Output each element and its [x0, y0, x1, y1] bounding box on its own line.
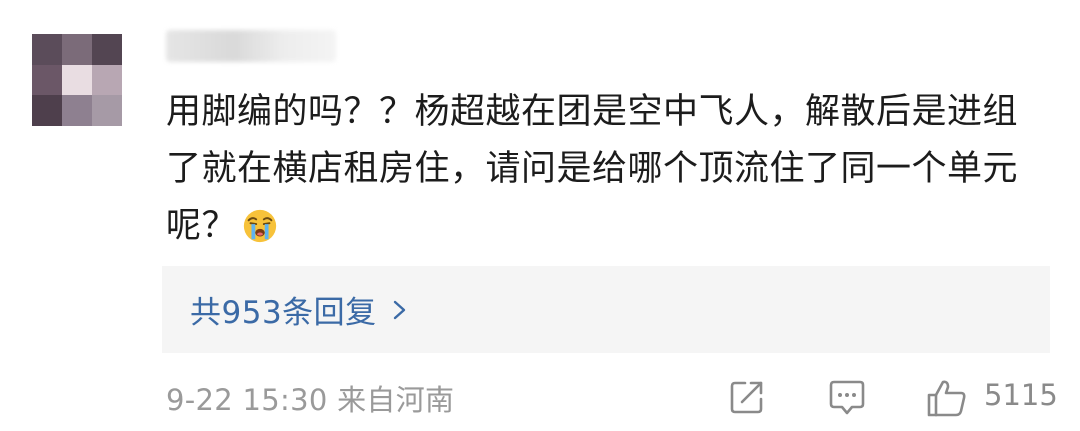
share-icon	[730, 381, 763, 414]
chevron-right-icon	[393, 300, 405, 319]
comment-card: 用脚编的吗？？杨超越在团是空中飞人，解散后是进组了就在横店租房住，请问是给哪个顶…	[0, 0, 1080, 431]
comment-body: 用脚编的吗？？杨超越在团是空中飞人，解散后是进组了就在横店租房住，请问是给哪个顶…	[166, 92, 1019, 246]
like-button[interactable]	[926, 378, 968, 418]
avatar-pixel	[62, 34, 92, 65]
share-button[interactable]	[728, 378, 766, 416]
username-blurred[interactable]	[166, 30, 336, 62]
avatar-pixel	[32, 95, 62, 126]
comment-text: 用脚编的吗？？杨超越在团是空中飞人，解散后是进组了就在横店租房住，请问是给哪个顶…	[166, 84, 1046, 255]
avatar[interactable]	[32, 34, 122, 126]
avatar-pixel	[32, 34, 62, 65]
crying-face-emoji	[243, 209, 277, 243]
timestamp-location: 9-22 15:30 来自河南	[166, 383, 455, 417]
avatar-pixel	[62, 64, 92, 96]
avatar-pixel	[62, 95, 92, 126]
reply-count-label: 共953条回复	[190, 295, 377, 331]
like-count: 5115	[984, 378, 1058, 412]
avatar-pixel	[92, 95, 122, 126]
thumbs-up-icon	[927, 380, 966, 417]
view-replies-button[interactable]: 共953条回复	[162, 266, 1050, 353]
comment-icon	[829, 380, 865, 415]
avatar-pixel	[92, 64, 122, 96]
avatar-pixel	[32, 64, 62, 96]
avatar-pixel	[92, 34, 122, 65]
comment-button[interactable]	[828, 378, 866, 416]
